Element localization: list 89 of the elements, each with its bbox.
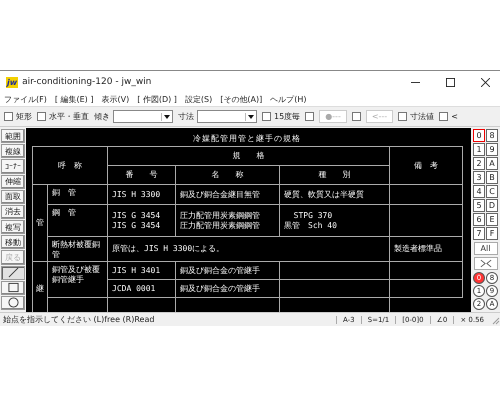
tool-button[interactable]: 消去	[1, 204, 25, 220]
dropdown-icon[interactable]	[161, 112, 172, 120]
table-cell-text: JIS H 3300	[112, 190, 162, 200]
layer-group-button[interactable]: 8	[486, 129, 498, 142]
checkbox-label: 15度毎	[274, 111, 300, 122]
layer-group-button[interactable]: D	[486, 199, 498, 212]
cross-arrows-icon	[480, 259, 492, 268]
tool-button[interactable]	[1, 280, 25, 295]
table-cell: 銅 管	[48, 184, 108, 204]
layer-group-button[interactable]: 4	[473, 185, 485, 198]
window-title: air-conditioning-120 - jw_win	[22, 77, 152, 87]
table-cell: 鋼 管	[48, 204, 108, 236]
field-label: 寸法	[178, 111, 194, 122]
circle-icon	[6, 297, 20, 308]
checkbox[interactable]	[398, 112, 408, 121]
dropdown-icon[interactable]	[245, 112, 256, 120]
layer-group-button[interactable]: 0	[473, 129, 485, 142]
layer-group-button[interactable]: 9	[486, 143, 498, 156]
menu-item[interactable]: 表示(V)	[101, 94, 130, 105]
checkbox[interactable]	[4, 112, 13, 121]
checkbox-label: 矩形	[16, 111, 32, 122]
table-cell-text: 黒管 Sch 40	[284, 220, 338, 230]
menu-item[interactable]: [その他(A)]	[220, 94, 262, 105]
layer-group-button[interactable]: A	[486, 157, 498, 170]
tool-button[interactable]: 複線	[1, 144, 25, 158]
tool-button[interactable]: ｺｰﾅｰ	[1, 159, 25, 174]
menu-item[interactable]: ファイル(F)	[4, 94, 47, 105]
table-cell: 継	[32, 262, 48, 312]
rectangle-icon	[6, 282, 20, 294]
table-cell-text: 圧力配管用炭素鋼鋼管	[180, 220, 261, 230]
app-logo: jw	[6, 76, 18, 88]
layer-group-button[interactable]: C	[486, 185, 498, 198]
table-header: 呼 称	[32, 146, 108, 184]
drawing-title: 冷媒配管用管と継手の規格	[192, 133, 302, 145]
table-cell: 製造者標準品	[394, 244, 442, 253]
layer-group-button[interactable]: E	[486, 213, 498, 226]
tool-button[interactable]: 複写	[1, 220, 25, 234]
table-cell-text: STPG 370	[292, 210, 334, 220]
toggle-button[interactable]	[474, 257, 498, 270]
checkbox-label: 寸法値	[410, 111, 434, 122]
maximize-icon[interactable]	[446, 78, 455, 86]
checkbox[interactable]	[352, 112, 361, 121]
tool-button[interactable]	[1, 266, 25, 280]
table-cell: 銅管及び被覆銅管継手	[48, 262, 108, 298]
layer-group-button[interactable]: 6	[473, 213, 485, 226]
table-cell-text: JIS H 3401	[112, 266, 162, 276]
tool-button[interactable]: 面取	[1, 190, 25, 204]
checkbox[interactable]	[37, 112, 46, 121]
table-cell-text: JCDA 0001	[112, 284, 156, 294]
layer-group-button[interactable]: 1	[473, 143, 485, 156]
status-message: 始点を指示してください (L)free (R)Read	[3, 314, 154, 325]
checkbox[interactable]	[439, 112, 448, 121]
table-cell: 原管は、JIS H 3300による。	[108, 236, 390, 262]
menu-item[interactable]: [ 作図(D) ]	[137, 94, 177, 105]
layer-group-button[interactable]: F	[486, 227, 498, 240]
tool-button[interactable]: 範囲	[1, 129, 25, 144]
tool-button[interactable]: 伸縮	[1, 174, 25, 189]
resize-grip-icon[interactable]	[490, 314, 500, 324]
table-cell-text: 銅及び銅合金の管継手	[180, 284, 261, 294]
layer-group-button[interactable]: 5	[473, 199, 485, 212]
table-header: 名 称	[176, 166, 280, 184]
layer-group-button[interactable]: B	[486, 171, 498, 184]
line-icon	[6, 267, 20, 278]
table-cell-text: 銅及び銅合金継目無管	[180, 190, 261, 200]
menu-item[interactable]: 設定(S)	[184, 94, 212, 105]
table-cell-text: 銅及び銅合金の管継手	[180, 266, 261, 276]
all-button[interactable]: All	[474, 242, 498, 255]
layer-group-button[interactable]: 3	[473, 171, 485, 184]
checkbox[interactable]	[262, 112, 271, 121]
table-header: 備 考	[390, 146, 463, 184]
close-icon[interactable]	[481, 78, 490, 86]
field-label: 傾き	[94, 111, 110, 122]
table-header: 番 号	[108, 166, 176, 184]
table-cell: 管	[32, 184, 48, 262]
table-header: 規 格	[108, 146, 390, 166]
menu-item[interactable]: [ 編集(E) ]	[54, 94, 94, 105]
tool-button[interactable]: 移動	[1, 235, 25, 250]
layer-group-button[interactable]: 7	[473, 227, 485, 240]
tool-button[interactable]	[1, 296, 25, 310]
checkbox-label: <	[451, 112, 458, 121]
menu-item[interactable]: ヘルプ(H)	[270, 94, 306, 105]
table-cell: 断熱材被覆銅管	[48, 236, 108, 262]
table-cell-text: 硬質、軟質又は半硬質	[284, 190, 365, 200]
layer-group-button[interactable]: 2	[473, 157, 485, 170]
table-cell-text: 圧力配管用炭素鋼鋼管	[180, 210, 261, 220]
table-cell-text: JIS G 3454	[112, 220, 162, 230]
checkbox-label: 水平・垂直	[49, 111, 89, 122]
table-cell-text: JIS G 3454	[112, 210, 162, 220]
checkbox[interactable]	[305, 112, 314, 121]
